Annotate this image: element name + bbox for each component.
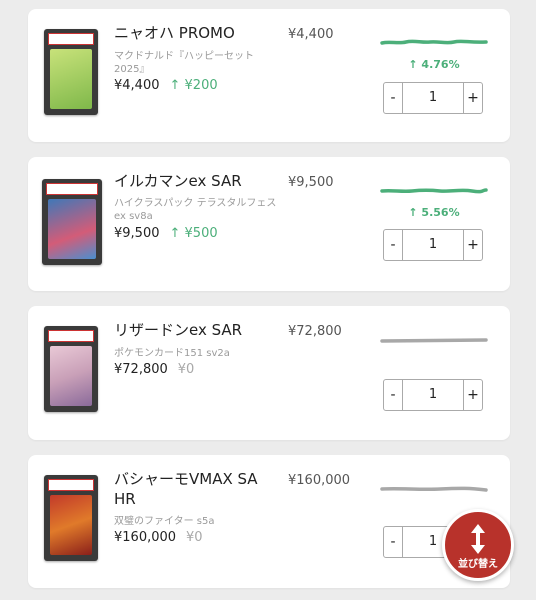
list-item[interactable]: バシャーモVMAX SA HR 双璧のファイター s5a ¥160,000 ¥0 … — [28, 455, 510, 588]
card-image[interactable] — [44, 326, 98, 412]
increment-button[interactable]: + — [463, 230, 482, 260]
card-image[interactable] — [42, 179, 102, 265]
card-set: 双璧のファイター s5a — [114, 516, 215, 527]
market-price: ¥4,400 — [288, 27, 334, 42]
decrement-button[interactable]: - — [384, 380, 403, 410]
quantity-value[interactable]: 1 — [402, 83, 464, 113]
market-price: ¥72,800 — [288, 324, 342, 339]
quantity-stepper[interactable]: - 1 + — [383, 379, 483, 411]
quantity-value[interactable]: 1 — [402, 380, 464, 410]
card-price: ¥9,500 — [114, 226, 160, 241]
trend-sparkline — [380, 486, 488, 492]
card-set: ハイクラスパック テラスタルフェスex sv8a — [114, 198, 277, 222]
card-set: マクドナルド『ハッピーセット 2025』 — [114, 51, 254, 75]
increment-button[interactable]: + — [463, 83, 482, 113]
card-image[interactable] — [44, 29, 98, 115]
increment-button[interactable]: + — [463, 380, 482, 410]
trend-sparkline — [380, 39, 488, 45]
percent-change: ↑ 4.76% — [408, 58, 460, 71]
card-set: ポケモンカード151 sv2a — [114, 348, 230, 359]
card-name: ニャオハ PROMO — [114, 24, 235, 42]
decrement-button[interactable]: - — [384, 527, 403, 557]
quantity-stepper[interactable]: - 1 + — [383, 82, 483, 114]
quantity-value[interactable]: 1 — [402, 230, 464, 260]
card-price: ¥160,000 — [114, 530, 177, 545]
percent-change: ↑ 5.56% — [408, 206, 460, 219]
market-price: ¥9,500 — [288, 175, 334, 190]
price-delta: ¥0 — [177, 362, 195, 377]
decrement-button[interactable]: - — [384, 83, 403, 113]
card-image[interactable] — [44, 475, 98, 561]
card-price: ¥72,800 — [114, 362, 168, 377]
list-item[interactable]: ニャオハ PROMO マクドナルド『ハッピーセット 2025』 ¥4,400 ↑ … — [28, 9, 510, 142]
price-delta: ↑ ¥500 — [169, 226, 218, 241]
market-price: ¥160,000 — [288, 473, 351, 488]
card-name: バシャーモVMAX SA HR — [114, 470, 258, 508]
card-price: ¥4,400 — [114, 78, 160, 93]
trend-sparkline — [380, 338, 488, 343]
price-delta: ¥0 — [186, 530, 203, 545]
list-item[interactable]: リザードンex SAR ポケモンカード151 sv2a ¥72,800 ¥0 ¥7… — [28, 306, 510, 440]
trend-sparkline — [380, 188, 488, 194]
list-item[interactable]: イルカマンex SAR ハイクラスパック テラスタルフェスex sv8a ¥9,… — [28, 157, 510, 291]
price-delta: ↑ ¥200 — [169, 78, 218, 93]
sort-button-label: 並び替え — [458, 559, 498, 570]
decrement-button[interactable]: - — [384, 230, 403, 260]
sort-arrows-icon — [471, 524, 485, 554]
quantity-stepper[interactable]: - 1 + — [383, 229, 483, 261]
card-name: イルカマンex SAR — [114, 172, 242, 190]
card-name: リザードンex SAR — [114, 321, 243, 339]
sort-button[interactable]: 並び替え — [442, 509, 514, 581]
